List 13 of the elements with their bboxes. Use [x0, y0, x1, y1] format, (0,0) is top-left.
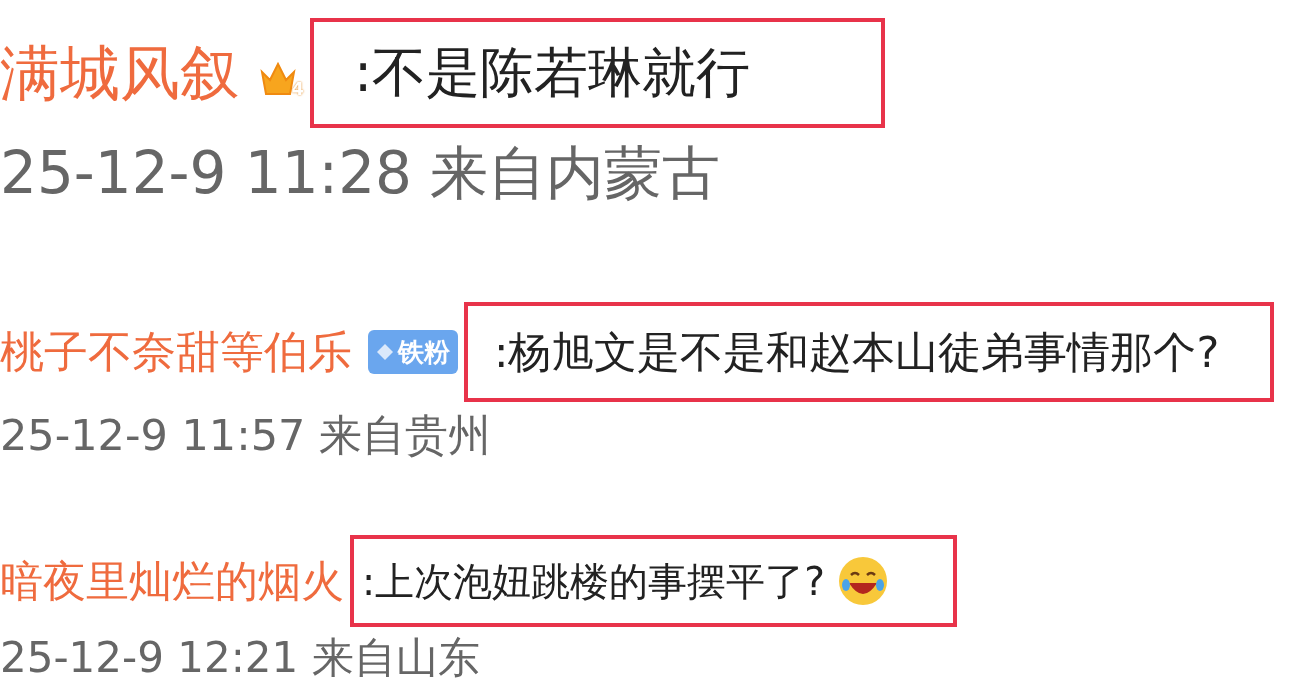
comment-time-location: 25-12-9 11:28 来自内蒙古 — [0, 144, 722, 202]
badge-label: 铁粉 — [398, 335, 450, 369]
username[interactable]: 暗夜里灿烂的烟火 — [0, 559, 344, 603]
comment-text: :上次泡妞跳楼的事摆平了? — [362, 561, 825, 601]
comment-time-location: 25-12-9 11:57 来自贵州 — [0, 414, 493, 457]
username[interactable]: 满城风叙 — [0, 43, 240, 103]
level-number: 4 — [291, 80, 304, 98]
comment-text: :不是陈若琳就行 — [354, 46, 751, 100]
comment-text: :杨旭文是不是和赵本山徒弟事情那个? — [494, 330, 1220, 374]
diamond-icon — [376, 343, 394, 361]
comment-time-location: 25-12-9 12:21 来自山东 — [0, 637, 481, 679]
laughing-emoji-icon — [836, 555, 889, 607]
username[interactable]: 桃子不奈甜等伯乐 — [0, 330, 352, 374]
